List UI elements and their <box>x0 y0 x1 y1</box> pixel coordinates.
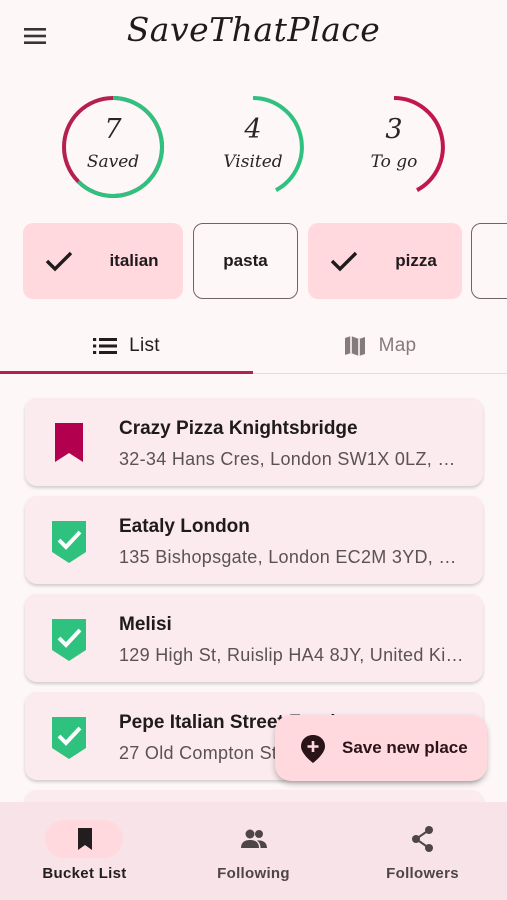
stat-label: Visited <box>223 152 283 172</box>
stat-value: 7 <box>104 114 122 145</box>
check-icon <box>45 251 73 272</box>
nav-followers[interactable]: Followers <box>338 802 507 900</box>
stat-value: 4 <box>244 114 262 145</box>
app-title: SaveThatPlace <box>126 10 381 49</box>
check-shield-icon <box>52 717 86 759</box>
chip-partial[interactable] <box>471 223 507 299</box>
chip-pasta[interactable]: pasta <box>193 223 298 299</box>
place-card[interactable] <box>25 790 483 802</box>
place-address: 32-34 Hans Cres, London SW1X 0LZ, United… <box>119 449 465 469</box>
place-address: 129 High St, Ruislip HA4 8JY, United Kin… <box>119 645 465 665</box>
stats-row: 7 Saved 4 Visited 3 To go <box>0 92 507 202</box>
stat-value: 3 <box>385 114 403 145</box>
filter-chips: italian pasta pizza <box>0 223 507 301</box>
save-new-place-button[interactable]: Save new place <box>275 715 487 781</box>
visited-progress-ring <box>252 96 304 192</box>
place-card[interactable]: Crazy Pizza Knightsbridge 32-34 Hans Cre… <box>25 398 483 486</box>
add-location-icon <box>301 735 325 763</box>
check-shield-icon <box>52 521 86 563</box>
place-name: Crazy Pizza Knightsbridge <box>119 418 358 439</box>
place-name: Eataly London <box>119 516 250 537</box>
stat-to-go[interactable]: 3 To go <box>339 92 449 202</box>
tab-label: Map <box>378 335 417 356</box>
to-go-progress-ring <box>393 96 445 192</box>
bottom-navigation: Bucket List Following Followers <box>0 802 507 900</box>
people-icon <box>241 829 267 848</box>
nav-label: Following <box>217 865 290 882</box>
view-tabs: List Map <box>0 318 507 374</box>
list-icon <box>93 338 118 354</box>
bookmark-icon <box>55 423 83 462</box>
place-card[interactable]: Melisi 129 High St, Ruislip HA4 8JY, Uni… <box>25 594 483 682</box>
stat-saved[interactable]: 7 Saved <box>58 92 168 202</box>
fab-label: Save new place <box>342 738 468 757</box>
share-icon <box>412 826 433 852</box>
bookmark-icon <box>78 828 92 850</box>
app-bar: SaveThatPlace <box>0 0 507 70</box>
stat-visited[interactable]: 4 Visited <box>198 92 308 202</box>
chip-label: italian <box>109 251 159 270</box>
stat-label: Saved <box>86 152 140 172</box>
nav-label: Bucket List <box>42 865 127 882</box>
nav-label: Followers <box>386 865 459 882</box>
chip-label: pizza <box>395 251 437 270</box>
chip-pizza[interactable]: pizza <box>308 223 462 299</box>
nav-following[interactable]: Following <box>169 802 338 900</box>
chip-italian[interactable]: italian <box>23 223 183 299</box>
stat-label: To go <box>370 152 418 172</box>
nav-bucket-list[interactable]: Bucket List <box>0 802 169 900</box>
place-card[interactable]: Eataly London 135 Bishopsgate, London EC… <box>25 496 483 584</box>
check-shield-icon <box>52 619 86 661</box>
map-icon <box>344 336 365 356</box>
check-icon <box>330 251 358 272</box>
tab-label: List <box>129 335 160 356</box>
tab-map[interactable]: Map <box>253 318 506 374</box>
tab-indicator <box>0 371 253 374</box>
place-address: 135 Bishopsgate, London EC2M 3YD, United… <box>119 547 465 567</box>
saved-progress-ring <box>62 95 165 198</box>
chip-label: pasta <box>223 251 268 270</box>
place-name: Melisi <box>119 614 172 635</box>
tab-list[interactable]: List <box>0 318 253 374</box>
